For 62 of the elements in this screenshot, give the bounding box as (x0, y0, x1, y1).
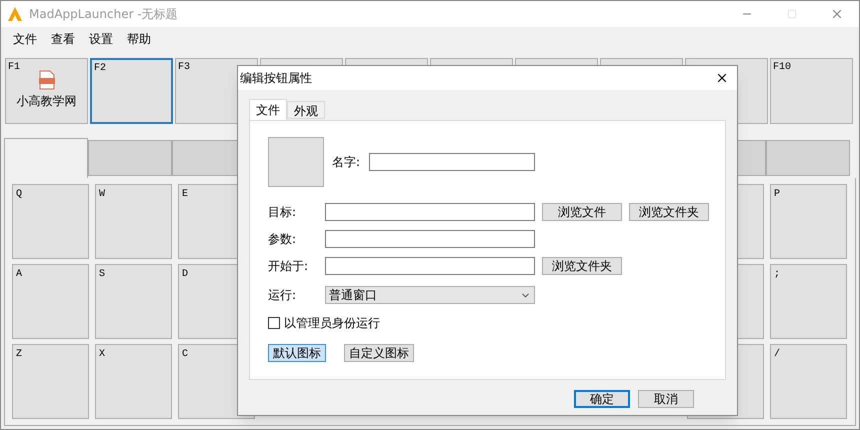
key-button[interactable]: ; (770, 264, 847, 339)
key-label: X (99, 348, 106, 362)
menu-item[interactable]: 查看 (45, 30, 81, 48)
ok-button[interactable]: 确定 (574, 390, 630, 408)
key-label: Q (16, 188, 22, 202)
menu-item[interactable]: 帮助 (121, 30, 157, 48)
key-tab[interactable] (766, 140, 850, 176)
key-tab[interactable] (88, 140, 172, 176)
key-button[interactable]: Z (12, 344, 89, 419)
key-button[interactable]: Q (12, 184, 89, 259)
key-label: S (99, 268, 106, 282)
target-field[interactable] (325, 203, 535, 221)
function-key[interactable]: F10 (770, 58, 853, 124)
icon-option-button[interactable]: 默认图标 (268, 344, 326, 362)
arguments-field[interactable] (325, 230, 535, 248)
key-label: W (99, 188, 106, 202)
field-label: 目标: (268, 204, 298, 221)
field-label: 参数: (268, 231, 298, 248)
browse-button[interactable]: 浏览文件 (542, 203, 622, 221)
start-in-field[interactable] (325, 257, 535, 275)
icon-preview (268, 137, 324, 187)
key-button[interactable]: S (95, 264, 172, 339)
key-label: F2 (94, 62, 106, 76)
menu-item[interactable]: 设置 (83, 30, 119, 48)
close-icon[interactable] (715, 71, 729, 85)
key-label: A (16, 268, 22, 282)
key-button[interactable]: X (95, 344, 172, 419)
menu-item[interactable]: 文件 (7, 30, 43, 48)
file-icon (36, 70, 56, 90)
key-label: F10 (773, 61, 792, 75)
browse-button[interactable]: 浏览文件夹 (629, 203, 709, 221)
dialog-tab[interactable]: 外观 (287, 101, 325, 119)
key-label: D (182, 268, 188, 282)
key-label: ; (774, 268, 780, 282)
key-tab[interactable] (4, 138, 88, 178)
key-button[interactable]: A (12, 264, 89, 339)
browse-button[interactable]: 浏览文件夹 (542, 257, 622, 275)
function-key[interactable]: F1 小高教学网 (5, 58, 88, 124)
field-label: 名字: (332, 154, 362, 171)
key-label: F1 (8, 61, 20, 75)
key-label: / (774, 348, 780, 362)
run-dropdown[interactable]: 普通窗口 (325, 286, 535, 304)
key-button[interactable]: W (95, 184, 172, 259)
app-logo-icon (7, 6, 23, 22)
cancel-button[interactable]: 取消 (638, 390, 694, 408)
key-label: Z (16, 348, 22, 362)
app-name: 小高教学网 (16, 93, 76, 110)
icon-option-button[interactable]: 自定义图标 (344, 344, 414, 362)
function-key[interactable]: F2 (90, 58, 173, 124)
window-title: MadAppLauncher -无标题 (29, 6, 178, 23)
key-label: C (182, 348, 188, 362)
key-label: P (774, 188, 780, 202)
field-label: 开始于: (268, 258, 310, 275)
dialog-tab[interactable]: 文件 (249, 99, 287, 120)
checkbox-label: 以管理员身份运行 (284, 315, 380, 332)
key-label: E (182, 188, 188, 202)
key-button[interactable]: / (770, 344, 847, 419)
field-label: 运行: (268, 287, 298, 304)
key-button[interactable]: P (770, 184, 847, 259)
key-label: F3 (178, 61, 190, 75)
name-field[interactable] (369, 153, 535, 171)
admin-checkbox[interactable] (268, 317, 280, 329)
